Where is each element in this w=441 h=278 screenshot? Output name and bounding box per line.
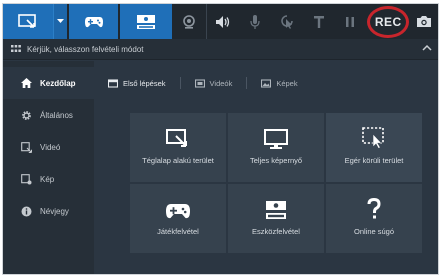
mode-label: Online súgó bbox=[353, 227, 395, 236]
tab-label: Videók bbox=[209, 78, 233, 88]
mode-tile-around-mouse[interactable]: Egér körüli terület bbox=[326, 113, 422, 182]
hdmi-device-icon bbox=[266, 201, 286, 219]
record-highlight-ring: REC bbox=[367, 5, 410, 38]
rectangle-area-icon bbox=[18, 13, 36, 28]
mode-label: Játékfelvétel bbox=[157, 227, 199, 236]
monitor-icon bbox=[264, 129, 288, 149]
chevron-down-icon bbox=[56, 19, 64, 23]
videos-icon bbox=[194, 78, 205, 88]
webcam-button[interactable] bbox=[172, 4, 206, 39]
main-panel: Első lépések Videók Képek Téglalap alakú… bbox=[94, 61, 438, 274]
sidebar-item-general[interactable]: Általános bbox=[3, 99, 94, 131]
header-title: Kérjük, válasszon felvételi módot bbox=[27, 44, 144, 54]
app-window: REC Kérjük, válasszon felvételi módot Ke… bbox=[2, 3, 439, 275]
mode-tile-device[interactable]: Eszközfelvétel bbox=[228, 184, 324, 253]
hdmi-device-icon bbox=[137, 14, 156, 29]
gamepad-icon bbox=[166, 204, 190, 219]
rectangle-mode-button[interactable] bbox=[3, 4, 53, 39]
device-mode-button[interactable] bbox=[118, 4, 173, 39]
webcam-icon bbox=[183, 14, 195, 29]
gear-icon bbox=[22, 110, 31, 120]
mode-dropdown-button[interactable] bbox=[52, 4, 67, 39]
toolbar: REC bbox=[3, 4, 438, 39]
sidebar: Kezdőlap Általános Videó Kép Névjegy bbox=[3, 61, 94, 274]
speaker-button[interactable] bbox=[207, 4, 239, 39]
mouse-effect-icon bbox=[281, 14, 293, 29]
tab-divider bbox=[179, 77, 181, 89]
images-icon bbox=[261, 78, 272, 88]
mode-label: Eszközfelvétel bbox=[252, 227, 300, 236]
sidebar-item-image[interactable]: Kép bbox=[3, 163, 94, 195]
microphone-button[interactable] bbox=[239, 4, 271, 39]
chevron-up-icon[interactable] bbox=[422, 44, 432, 51]
mode-tile-online-help[interactable]: Online súgó bbox=[326, 184, 422, 253]
video-icon bbox=[21, 141, 32, 153]
text-tool-button[interactable] bbox=[303, 4, 335, 39]
mode-select-header: Kérjük, válasszon felvételi módot bbox=[3, 39, 438, 60]
sidebar-item-home[interactable]: Kezdőlap bbox=[3, 67, 94, 99]
rectangle-area-icon bbox=[166, 129, 187, 147]
sidebar-item-label: Kezdőlap bbox=[40, 78, 76, 88]
sidebar-item-video[interactable]: Videó bbox=[3, 131, 94, 163]
mode-tile-rectangle[interactable]: Téglalap alakú terület bbox=[130, 113, 226, 182]
grid-menu-icon[interactable] bbox=[11, 45, 21, 53]
camera-icon bbox=[417, 16, 432, 27]
screenshot-button[interactable] bbox=[410, 4, 438, 39]
tab-divider bbox=[246, 77, 248, 89]
record-button[interactable]: REC bbox=[366, 4, 410, 39]
pause-button[interactable] bbox=[335, 4, 367, 39]
mouse-cursor-button[interactable] bbox=[271, 4, 303, 39]
sidebar-item-label: Videó bbox=[40, 142, 61, 152]
recording-mode-grid: Téglalap alakú terület Teljes képernyő E… bbox=[130, 113, 422, 253]
content-tabs: Első lépések Videók Képek bbox=[108, 73, 326, 93]
first-steps-icon bbox=[108, 78, 118, 88]
mouse-area-icon bbox=[362, 127, 384, 149]
game-mode-button[interactable] bbox=[66, 4, 119, 39]
gamepad-icon bbox=[84, 16, 103, 27]
mode-tile-fullscreen[interactable]: Teljes képernyő bbox=[228, 113, 324, 182]
mode-label: Teljes képernyő bbox=[249, 156, 303, 165]
speaker-icon bbox=[216, 15, 230, 28]
mode-label: Téglalap alakú terület bbox=[142, 156, 214, 165]
pause-icon bbox=[346, 16, 355, 27]
home-icon bbox=[21, 78, 32, 88]
mode-tile-game[interactable]: Játékfelvétel bbox=[130, 184, 226, 253]
question-icon bbox=[367, 198, 381, 219]
mode-label: Egér körüli terület bbox=[344, 156, 404, 165]
tab-label: Első lépések bbox=[123, 78, 166, 88]
sidebar-item-about[interactable]: Névjegy bbox=[3, 195, 94, 227]
image-icon bbox=[21, 173, 32, 184]
tab-first-steps[interactable]: Első lépések bbox=[108, 79, 166, 88]
tab-label: Képek bbox=[276, 78, 298, 88]
tab-images[interactable]: Képek bbox=[261, 78, 298, 88]
sidebar-item-label: Kép bbox=[40, 174, 55, 184]
text-icon bbox=[313, 15, 324, 28]
tab-videos[interactable]: Videók bbox=[194, 78, 233, 88]
info-icon bbox=[21, 206, 32, 216]
microphone-icon bbox=[250, 14, 260, 29]
sidebar-item-label: Általános bbox=[40, 110, 73, 120]
sidebar-item-label: Névjegy bbox=[40, 206, 69, 216]
record-label: REC bbox=[374, 14, 402, 29]
